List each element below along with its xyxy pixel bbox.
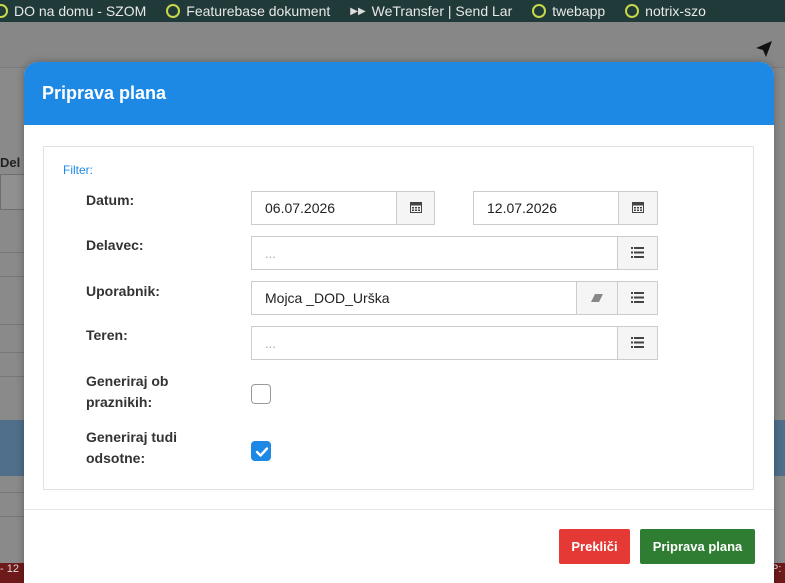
delavec-label-bg: Del [0,155,21,170]
generiraj-praznikih-label: Generiraj ob praznikih: [86,373,169,410]
teren-list-button[interactable] [617,326,658,360]
divider [0,252,26,253]
datum-to-input[interactable]: 12.07.2026 [473,191,619,225]
bookmark-icon [0,4,8,18]
eraser-icon [590,291,604,306]
bookmark[interactable]: DO na domu - SZOM [0,3,146,19]
divider [0,352,26,353]
datum-to-calendar-button[interactable] [618,191,658,225]
bookmarks-bar: DO na domu - SZOM Featurebase dokument ▶… [0,0,785,22]
priprava-plana-modal: Priprava plana Filter: Datum: 06.07.2026… [24,62,774,583]
uporabnik-clear-button[interactable] [576,281,618,315]
calendar-event-bg [0,420,26,476]
uporabnik-list-button[interactable] [617,281,658,315]
cancel-button[interactable]: Prekliči [559,529,630,564]
divider [0,276,26,277]
generiraj-odsotne-checkbox[interactable] [251,441,271,461]
bookmark-icon [532,4,547,18]
divider [0,376,26,377]
bookmark-icon [625,4,640,18]
calendar-icon [632,201,644,216]
divider [0,324,26,325]
datum-from-calendar-button[interactable] [396,191,435,225]
teren-input[interactable]: ... [251,326,618,360]
bookmark[interactable]: twebapp [532,3,605,19]
generiraj-odsotne-label: Generiraj tudi odsotne: [86,429,178,466]
delavec-label: Delavec: [86,237,144,253]
datum-label: Datum: [86,192,135,208]
bookmark-icon: ▶▶ [350,5,366,17]
paper-plane-icon[interactable] [755,40,773,63]
footer-divider [24,509,774,510]
list-icon [631,246,644,261]
check-icon [252,447,272,466]
list-icon [631,291,644,306]
filter-label: Filter: [63,163,93,177]
uporabnik-input[interactable]: Mojca _DOD_Urška [251,281,577,315]
delavec-input[interactable]: ... [251,236,618,270]
bookmark[interactable]: ▶▶ WeTransfer | Send Lar [350,3,512,19]
priprava-plana-button[interactable]: Priprava plana [640,529,755,564]
uporabnik-label: Uporabnik: [86,283,160,299]
list-icon [631,336,644,351]
datum-from-input[interactable]: 06.07.2026 [251,191,397,225]
teren-label: Teren: [86,327,128,343]
generiraj-praznikih-checkbox[interactable] [251,384,271,404]
bookmark-icon [166,4,181,18]
calendar-icon [409,201,422,216]
modal-title: Priprava plana [42,83,167,103]
filter-panel: Filter: Datum: 06.07.2026 12.07.2026 Del… [43,146,754,490]
divider [0,492,26,493]
modal-header: Priprava plana [24,62,774,125]
bookmark[interactable]: Featurebase dokument [166,3,330,19]
bookmark[interactable]: notrix-szo [625,3,706,19]
divider [0,516,26,517]
delavec-list-button[interactable] [617,236,658,270]
